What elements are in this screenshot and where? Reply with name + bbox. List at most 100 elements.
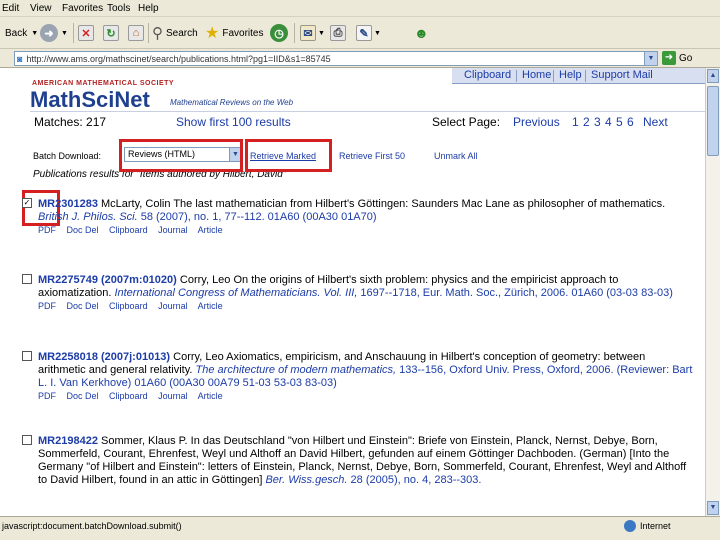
- toolbar: Back ▼ ➜ ▼ ✕ ↻ ⌂ ⚲ Search ★ Favorites ◷ …: [0, 17, 720, 49]
- select-checkbox[interactable]: [22, 435, 32, 445]
- page-link-6[interactable]: 6: [627, 115, 634, 129]
- nav-home[interactable]: Home: [522, 69, 551, 81]
- entry-links: PDF Doc Del Clipboard Journal Article: [38, 301, 694, 311]
- article-link[interactable]: Article: [198, 391, 223, 401]
- history-icon: ◷: [270, 24, 288, 42]
- pdf-link[interactable]: PDF: [38, 391, 56, 401]
- previous-link[interactable]: Previous: [513, 115, 560, 129]
- result-entry: ✓ MR2301283 McLarty, Colin The last math…: [22, 198, 694, 235]
- refresh-button[interactable]: ↻: [103, 22, 119, 44]
- back-button[interactable]: Back ▼: [2, 22, 38, 44]
- back-dropdown-icon[interactable]: ▼: [31, 30, 38, 37]
- next-link[interactable]: Next: [643, 115, 668, 129]
- journal-link[interactable]: Journal: [158, 391, 188, 401]
- search-button[interactable]: ⚲ Search: [152, 22, 198, 44]
- toolbar-separator: [294, 23, 295, 43]
- nav-support-mail[interactable]: Support Mail: [591, 69, 653, 81]
- mail-dropdown-icon[interactable]: ▼: [318, 30, 325, 37]
- ams-header-text: AMERICAN MATHEMATICAL SOCIETY: [32, 80, 175, 87]
- history-button[interactable]: ◷: [270, 22, 288, 44]
- entry-links: PDF Doc Del Clipboard Journal Article: [38, 225, 694, 235]
- mr-number-link[interactable]: MR2275749 (2007m:01020): [38, 274, 177, 286]
- nav-help[interactable]: Help: [559, 69, 582, 81]
- journal-link[interactable]: Journal: [158, 225, 188, 235]
- go-button[interactable]: ➜ Go: [662, 51, 692, 65]
- go-arrow-icon: ➜: [662, 51, 676, 65]
- vertical-scrollbar[interactable]: ▲ ▼: [705, 68, 720, 516]
- stop-icon: ✕: [78, 25, 94, 41]
- clipboard-link[interactable]: Clipboard: [109, 225, 148, 235]
- doc-del-link[interactable]: Doc Del: [67, 391, 99, 401]
- doc-del-link[interactable]: Doc Del: [67, 301, 99, 311]
- nav-separator: [585, 70, 586, 82]
- stop-button[interactable]: ✕: [78, 22, 94, 44]
- page-link-1[interactable]: 1: [572, 115, 579, 129]
- print-icon: ⎙: [330, 25, 346, 41]
- top-nav: Clipboard Home Help Support Mail: [452, 68, 720, 84]
- refresh-icon: ↻: [103, 25, 119, 41]
- article-link[interactable]: Article: [198, 225, 223, 235]
- print-button[interactable]: ⎙: [330, 22, 346, 44]
- pdf-link[interactable]: PDF: [38, 301, 56, 311]
- page-content: AMERICAN MATHEMATICAL SOCIETY MathSciNet…: [0, 68, 720, 516]
- forward-arrow-icon: ➜: [40, 24, 58, 42]
- entry-citation: MR2301283 McLarty, Colin The last mathem…: [38, 198, 694, 224]
- edit-document-icon: ✎: [356, 25, 372, 41]
- result-entry: MR2198422 Sommer, Klaus P. In das Deutsc…: [22, 435, 694, 487]
- home-button[interactable]: ⌂: [128, 22, 144, 44]
- mathscinet-logo[interactable]: MathSciNet: [30, 87, 150, 113]
- edit-dropdown-icon[interactable]: ▼: [374, 30, 381, 37]
- journal-link[interactable]: Journal: [158, 301, 188, 311]
- menu-tools[interactable]: Tools: [107, 3, 130, 14]
- select-checkbox[interactable]: ✓: [22, 198, 32, 208]
- entry-links: PDF Doc Del Clipboard Journal Article: [38, 391, 694, 401]
- globe-icon: [624, 520, 636, 532]
- mail-icon: ✉: [300, 25, 316, 41]
- highlight-batch-select: [119, 139, 243, 172]
- mail-button[interactable]: ✉ ▼: [300, 22, 325, 44]
- scroll-thumb[interactable]: [707, 86, 719, 156]
- messenger-icon: ☻: [414, 25, 429, 41]
- scroll-up-icon[interactable]: ▲: [707, 69, 719, 83]
- unmark-all-link[interactable]: Unmark All: [434, 151, 478, 161]
- nav-clipboard[interactable]: Clipboard: [464, 69, 511, 81]
- favorites-button[interactable]: ★ Favorites: [205, 22, 263, 44]
- address-dropdown-icon[interactable]: ▼: [644, 52, 657, 65]
- mr-number-link[interactable]: MR2301283: [38, 198, 98, 210]
- forward-dropdown-icon[interactable]: ▼: [61, 30, 68, 37]
- menu-edit[interactable]: Edit: [2, 3, 19, 14]
- messenger-button[interactable]: ☻: [414, 22, 429, 44]
- clipboard-link[interactable]: Clipboard: [109, 301, 148, 311]
- page-link-3[interactable]: 3: [594, 115, 601, 129]
- select-checkbox[interactable]: [22, 274, 32, 284]
- select-checkbox[interactable]: [22, 351, 32, 361]
- address-field[interactable]: ◙ http://www.ams.org/mathscinet/search/p…: [14, 51, 658, 66]
- highlight-retrieve-marked: [245, 139, 332, 172]
- menu-favorites[interactable]: Favorites: [62, 3, 103, 14]
- doc-del-link[interactable]: Doc Del: [67, 225, 99, 235]
- edit-page-button[interactable]: ✎ ▼: [356, 22, 381, 44]
- status-text: javascript:document.batchDownload.submit…: [2, 521, 182, 531]
- clipboard-link[interactable]: Clipboard: [109, 391, 148, 401]
- page-link-4[interactable]: 4: [605, 115, 612, 129]
- mr-number-link[interactable]: MR2258018 (2007j:01013): [38, 351, 170, 363]
- page-link-2[interactable]: 2: [583, 115, 590, 129]
- search-icon: ⚲: [152, 25, 163, 42]
- menu-help[interactable]: Help: [138, 3, 159, 14]
- retrieve-first-link[interactable]: Retrieve First 50: [339, 151, 405, 161]
- article-link[interactable]: Article: [198, 301, 223, 311]
- pdf-link[interactable]: PDF: [38, 225, 56, 235]
- forward-button[interactable]: ➜ ▼: [40, 22, 68, 44]
- show-first-link[interactable]: Show first 100 results: [176, 115, 291, 129]
- tagline: Mathematical Reviews on the Web: [170, 98, 294, 107]
- mr-number-link[interactable]: MR2198422: [38, 435, 98, 447]
- scroll-down-icon[interactable]: ▼: [707, 501, 719, 515]
- page-icon: ◙: [17, 53, 23, 64]
- address-url: http://www.ams.org/mathscinet/search/pub…: [26, 53, 331, 64]
- menu-view[interactable]: View: [30, 3, 52, 14]
- entry-text: 1697--1718, Eur. Math. Soc., Zürich, 200…: [357, 287, 673, 299]
- result-entry: MR2258018 (2007j:01013) Corry, Leo Axiom…: [22, 351, 694, 401]
- page-link-5[interactable]: 5: [616, 115, 623, 129]
- security-zone: Internet: [624, 520, 671, 532]
- journal-title: International Congress of Mathematicians…: [114, 287, 358, 299]
